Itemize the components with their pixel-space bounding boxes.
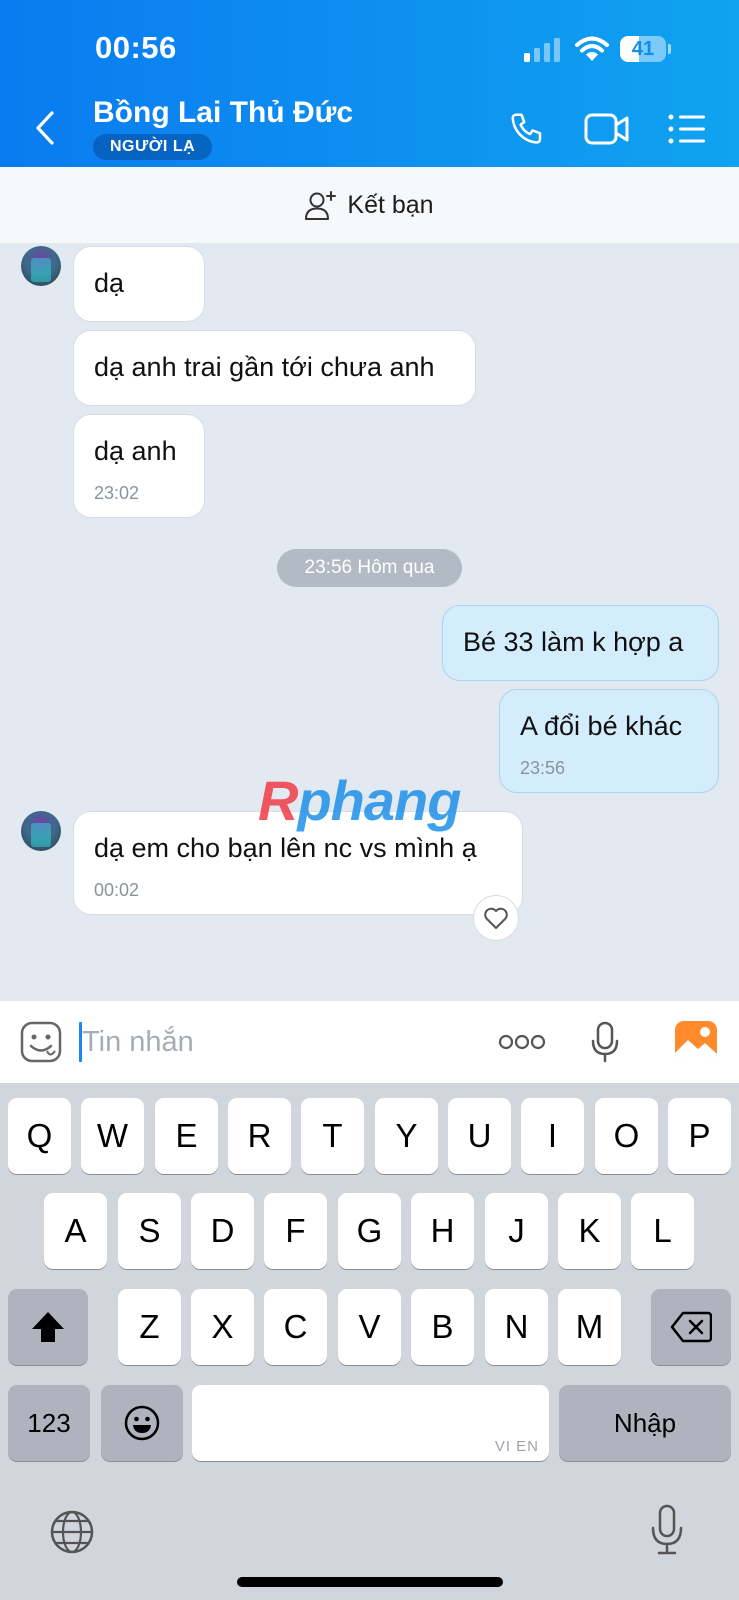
key-t[interactable]: T xyxy=(301,1098,364,1174)
react-heart-button[interactable] xyxy=(473,895,519,941)
dictation-microphone-icon[interactable] xyxy=(650,1504,684,1556)
message-time: 23:02 xyxy=(94,483,140,503)
add-friend-label: Kết bạn xyxy=(347,190,434,219)
language-hint: VI EN xyxy=(494,1438,539,1455)
sticker-emoji-icon[interactable] xyxy=(20,1021,62,1063)
more-options-icon[interactable] xyxy=(498,1031,546,1053)
contact-name[interactable]: Bồng Lai Thủ Đức xyxy=(93,96,353,130)
wifi-icon xyxy=(575,36,609,61)
key-h[interactable]: H xyxy=(411,1193,474,1269)
message-time: 00:02 xyxy=(94,880,140,900)
message-text: dạ xyxy=(94,268,125,298)
phone-call-icon[interactable] xyxy=(508,110,546,148)
key-y[interactable]: Y xyxy=(375,1098,438,1174)
text-cursor xyxy=(79,1022,82,1062)
heart-icon xyxy=(484,907,508,929)
key-q[interactable]: Q xyxy=(8,1098,71,1174)
day-separator: 23:56 Hôm qua xyxy=(277,549,462,587)
battery-icon: 41 xyxy=(620,36,671,62)
watermark-logo: Rphang xyxy=(258,769,461,832)
message-bubble-outgoing[interactable]: A đổi bé khác 23:56 xyxy=(499,689,719,793)
key-n[interactable]: N xyxy=(485,1289,548,1365)
key-s[interactable]: S xyxy=(118,1193,181,1269)
message-text: dạ em cho bạn lên nc vs mình ạ xyxy=(94,833,477,863)
message-text: Bé 33 làm k hợp a xyxy=(463,627,684,657)
key-v[interactable]: V xyxy=(338,1289,401,1365)
message-bubble-incoming[interactable]: dạ xyxy=(73,246,205,322)
message-bubble-outgoing[interactable]: Bé 33 làm k hợp a xyxy=(442,605,719,681)
home-indicator[interactable] xyxy=(237,1577,503,1587)
globe-icon[interactable] xyxy=(49,1509,95,1555)
contact-avatar[interactable] xyxy=(21,246,61,286)
key-o[interactable]: O xyxy=(595,1098,658,1174)
message-text: A đổi bé khác xyxy=(520,711,683,741)
message-bubble-incoming[interactable]: dạ anh trai gần tới chưa anh xyxy=(73,330,476,406)
cellular-signal-icon xyxy=(524,38,560,62)
microphone-icon[interactable] xyxy=(590,1021,620,1063)
emoji-key[interactable] xyxy=(101,1385,183,1461)
key-m[interactable]: M xyxy=(558,1289,621,1365)
emoji-smiley-icon xyxy=(124,1405,160,1441)
key-g[interactable]: G xyxy=(338,1193,401,1269)
message-text: dạ anh trai gần tới chưa anh xyxy=(94,352,435,382)
key-w[interactable]: W xyxy=(81,1098,144,1174)
delete-key[interactable] xyxy=(651,1289,731,1365)
add-friend-icon xyxy=(305,191,337,220)
add-friend-bar[interactable]: Kết bạn xyxy=(0,167,739,243)
message-composer xyxy=(0,1001,739,1083)
return-key[interactable]: Nhập xyxy=(559,1385,731,1461)
status-time: 00:56 xyxy=(95,30,177,65)
key-z[interactable]: Z xyxy=(118,1289,181,1365)
key-l[interactable]: L xyxy=(631,1193,694,1269)
key-e[interactable]: E xyxy=(155,1098,218,1174)
message-time: 23:56 xyxy=(520,758,566,778)
menu-list-icon[interactable] xyxy=(668,113,706,145)
video-call-icon[interactable] xyxy=(584,112,630,146)
key-d[interactable]: D xyxy=(191,1193,254,1269)
key-c[interactable]: C xyxy=(264,1289,327,1365)
key-i[interactable]: I xyxy=(521,1098,584,1174)
key-r[interactable]: R xyxy=(228,1098,291,1174)
stranger-badge: NGƯỜI LẠ xyxy=(93,134,213,160)
message-bubble-incoming[interactable]: dạ anh 23:02 xyxy=(73,414,205,518)
battery-level: 41 xyxy=(631,38,655,60)
key-b[interactable]: B xyxy=(411,1289,474,1365)
key-u[interactable]: U xyxy=(448,1098,511,1174)
key-f[interactable]: F xyxy=(264,1193,327,1269)
space-bar[interactable]: VI EN xyxy=(192,1385,549,1461)
message-input[interactable] xyxy=(80,1017,464,1067)
onscreen-keyboard: Q W E R T Y U I O P A S D F G H J K L Z … xyxy=(0,1083,739,1600)
numbers-key[interactable]: 123 xyxy=(8,1385,90,1461)
key-k[interactable]: K xyxy=(558,1193,621,1269)
key-a[interactable]: A xyxy=(44,1193,107,1269)
shift-arrow-icon xyxy=(32,1312,64,1342)
contact-avatar[interactable] xyxy=(21,811,61,851)
key-p[interactable]: P xyxy=(668,1098,731,1174)
backspace-icon xyxy=(670,1311,712,1343)
photo-gallery-icon[interactable] xyxy=(674,1020,718,1062)
key-x[interactable]: X xyxy=(191,1289,254,1365)
key-j[interactable]: J xyxy=(485,1193,548,1269)
back-arrow-icon[interactable] xyxy=(34,110,56,146)
message-text: dạ anh xyxy=(94,436,177,466)
shift-key[interactable] xyxy=(8,1289,88,1365)
chat-header: 00:56 41 Bồng Lai Thủ Đức NGƯỜI LẠ xyxy=(0,0,739,167)
